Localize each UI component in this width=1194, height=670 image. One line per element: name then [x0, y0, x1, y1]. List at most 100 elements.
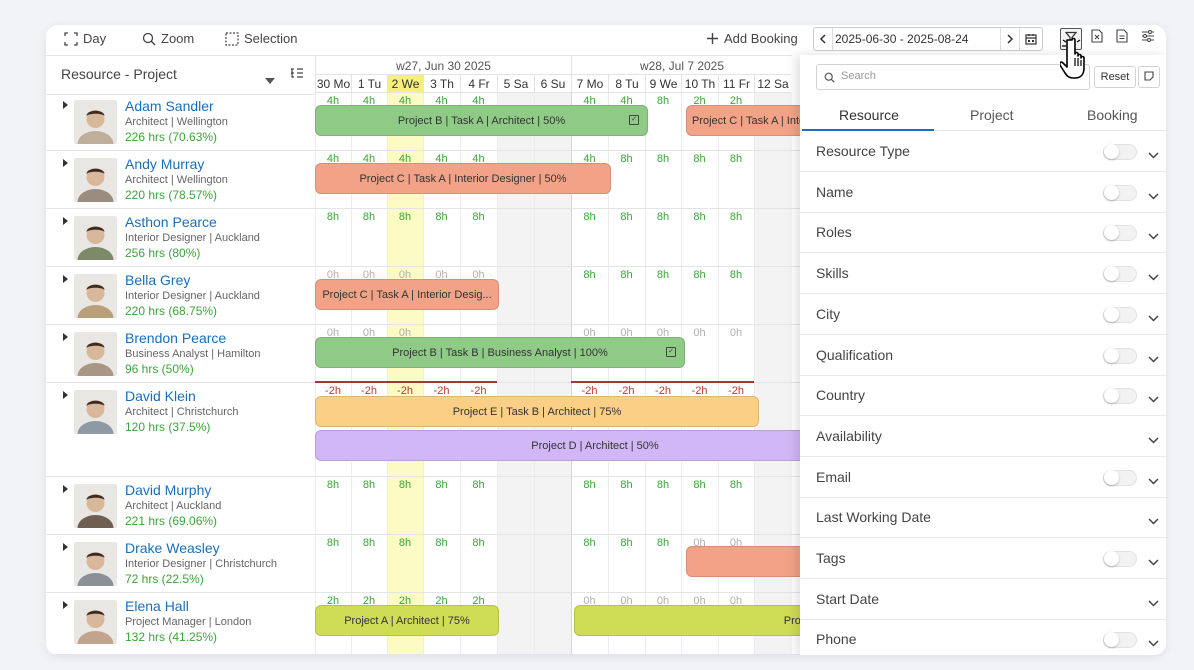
- resource-row[interactable]: Asthon Pearce Interior Designer | Auckla…: [46, 209, 316, 267]
- booking-bar[interactable]: Project C | Task A | Interior Designer |…: [315, 163, 611, 194]
- chevron-down-icon[interactable]: [1148, 634, 1159, 652]
- note-button[interactable]: [1138, 66, 1160, 88]
- expand-arrow-icon[interactable]: [63, 275, 68, 283]
- resource-row[interactable]: Adam Sandler Architect | Wellington 226 …: [46, 93, 316, 151]
- booking-bar[interactable]: Project B | Task B | Business Analyst | …: [315, 337, 685, 368]
- chevron-down-icon[interactable]: [1148, 187, 1159, 205]
- booking-bar[interactable]: Project A | Architect | 75%: [315, 605, 499, 636]
- tab-booking[interactable]: Booking: [1087, 107, 1138, 123]
- chevron-down-icon[interactable]: [1148, 390, 1159, 408]
- tab-project[interactable]: Project: [970, 107, 1014, 123]
- calendar-icon[interactable]: [1019, 28, 1042, 50]
- day-header[interactable]: 6 Su: [534, 74, 571, 93]
- date-range-text[interactable]: 2025-06-30 - 2025-08-24: [832, 28, 1001, 50]
- filter-row[interactable]: Country: [800, 375, 1166, 417]
- filter-row[interactable]: Availability: [800, 416, 1166, 457]
- resource-row[interactable]: David Klein Architect | Christchurch 120…: [46, 383, 316, 477]
- day-header[interactable]: 1 Tu: [351, 74, 387, 93]
- filter-row[interactable]: Roles: [800, 212, 1166, 254]
- filter-toggle[interactable]: [1103, 144, 1137, 160]
- filter-toggle[interactable]: [1103, 388, 1137, 405]
- day-header[interactable]: 5 Sa: [497, 74, 534, 93]
- search-box[interactable]: Search: [816, 64, 1090, 90]
- filter-toggle[interactable]: [1103, 632, 1137, 649]
- filter-row[interactable]: Skills: [800, 253, 1166, 295]
- search-input[interactable]: Search: [841, 70, 876, 82]
- booking-bar[interactable]: Project B | Task A | Architect | 50% ✓: [315, 105, 648, 136]
- booking-bar[interactable]: Project D | Architect | 50%: [315, 430, 875, 461]
- filter-row[interactable]: Resource Type: [800, 131, 1166, 172]
- filter-toggle[interactable]: [1103, 347, 1137, 364]
- resource-row[interactable]: Bella Grey Interior Designer | Auckland …: [46, 267, 316, 325]
- expand-arrow-icon[interactable]: [63, 601, 68, 609]
- export-pdf-button[interactable]: [1112, 28, 1132, 48]
- resource-name[interactable]: Elena Hall: [125, 598, 189, 614]
- filter-row[interactable]: Qualification: [800, 335, 1166, 376]
- filter-row[interactable]: Email: [800, 457, 1166, 498]
- resource-row[interactable]: Drake Weasley Interior Designer | Christ…: [46, 535, 316, 593]
- expand-arrow-icon[interactable]: [63, 333, 68, 341]
- expand-arrow-icon[interactable]: [63, 217, 68, 225]
- day-header[interactable]: 10 Th: [681, 74, 718, 93]
- expand-arrow-icon[interactable]: [63, 485, 68, 493]
- booking-bar[interactable]: Project E | Task B | Architect | 75%: [315, 396, 759, 427]
- resource-name[interactable]: Brendon Pearce: [125, 330, 226, 346]
- resource-row[interactable]: Brendon Pearce Business Analyst | Hamilt…: [46, 325, 316, 383]
- expand-arrow-icon[interactable]: [63, 543, 68, 551]
- expand-arrow-icon[interactable]: [63, 159, 68, 167]
- filter-toggle[interactable]: [1103, 184, 1137, 201]
- expand-arrow-icon[interactable]: [63, 101, 68, 109]
- filter-toggle[interactable]: [1103, 551, 1137, 567]
- chevron-down-icon[interactable]: [1148, 146, 1159, 164]
- prev-range-button[interactable]: [814, 28, 832, 50]
- resource-name[interactable]: Drake Weasley: [125, 540, 220, 556]
- chevron-down-icon[interactable]: [1148, 553, 1159, 571]
- chevron-down-icon[interactable]: [1148, 350, 1159, 368]
- checkbox-icon[interactable]: ✓: [666, 347, 676, 357]
- expand-arrow-icon[interactable]: [63, 391, 68, 399]
- chevron-down-icon[interactable]: [265, 71, 275, 89]
- chevron-down-icon[interactable]: [1148, 268, 1159, 286]
- booking-bar[interactable]: Project C | Task A | Interior Desig...: [315, 279, 499, 310]
- filter-row[interactable]: Last Working Date: [800, 497, 1166, 539]
- resource-name[interactable]: David Klein: [125, 388, 196, 404]
- resource-name[interactable]: Andy Murray: [125, 156, 204, 172]
- chevron-down-icon[interactable]: [1148, 431, 1159, 449]
- checkbox-icon[interactable]: ✓: [629, 115, 639, 125]
- chevron-down-icon[interactable]: [1148, 512, 1159, 530]
- filter-row[interactable]: Start Date: [800, 579, 1166, 620]
- filter-row[interactable]: Name: [800, 172, 1166, 213]
- chevron-down-icon[interactable]: [1148, 227, 1159, 245]
- tree-list-icon[interactable]: [290, 67, 304, 86]
- chevron-down-icon[interactable]: [1148, 309, 1159, 327]
- chevron-down-icon[interactable]: [1148, 594, 1159, 612]
- day-header[interactable]: 9 We: [645, 74, 681, 93]
- filter-row[interactable]: Tags: [800, 538, 1166, 579]
- resource-name[interactable]: Asthon Pearce: [125, 214, 217, 230]
- day-header[interactable]: 7 Mo: [571, 74, 608, 93]
- resource-name[interactable]: Adam Sandler: [125, 98, 214, 114]
- selection-button[interactable]: Selection: [225, 31, 297, 46]
- resource-row[interactable]: Elena Hall Project Manager | London 132 …: [46, 593, 316, 655]
- next-range-button[interactable]: [1001, 28, 1019, 50]
- day-header[interactable]: 12 Sa: [754, 74, 791, 93]
- day-header[interactable]: 4 Fr: [460, 74, 497, 93]
- settings-button[interactable]: [1138, 28, 1158, 48]
- filter-toggle[interactable]: [1103, 266, 1137, 283]
- resource-row[interactable]: David Murphy Architect | Auckland 221 hr…: [46, 477, 316, 535]
- day-header[interactable]: 11 Fr: [718, 74, 754, 93]
- filter-row[interactable]: Phone: [800, 619, 1166, 655]
- zoom-button[interactable]: Zoom: [142, 31, 194, 46]
- resource-name[interactable]: Bella Grey: [125, 272, 190, 288]
- add-booking-button[interactable]: Add Booking: [706, 31, 798, 46]
- day-header[interactable]: 8 Tu: [608, 74, 645, 93]
- reset-button[interactable]: Reset: [1094, 66, 1136, 88]
- filter-toggle[interactable]: [1103, 225, 1137, 242]
- day-header[interactable]: 2 We: [387, 74, 423, 93]
- chevron-down-icon[interactable]: [1148, 472, 1159, 490]
- tab-resource[interactable]: Resource: [839, 107, 899, 123]
- day-header[interactable]: 3 Th: [423, 74, 460, 93]
- resource-row[interactable]: Andy Murray Architect | Wellington 220 h…: [46, 151, 316, 209]
- filter-toggle[interactable]: [1103, 306, 1137, 323]
- day-button[interactable]: Day: [64, 31, 106, 46]
